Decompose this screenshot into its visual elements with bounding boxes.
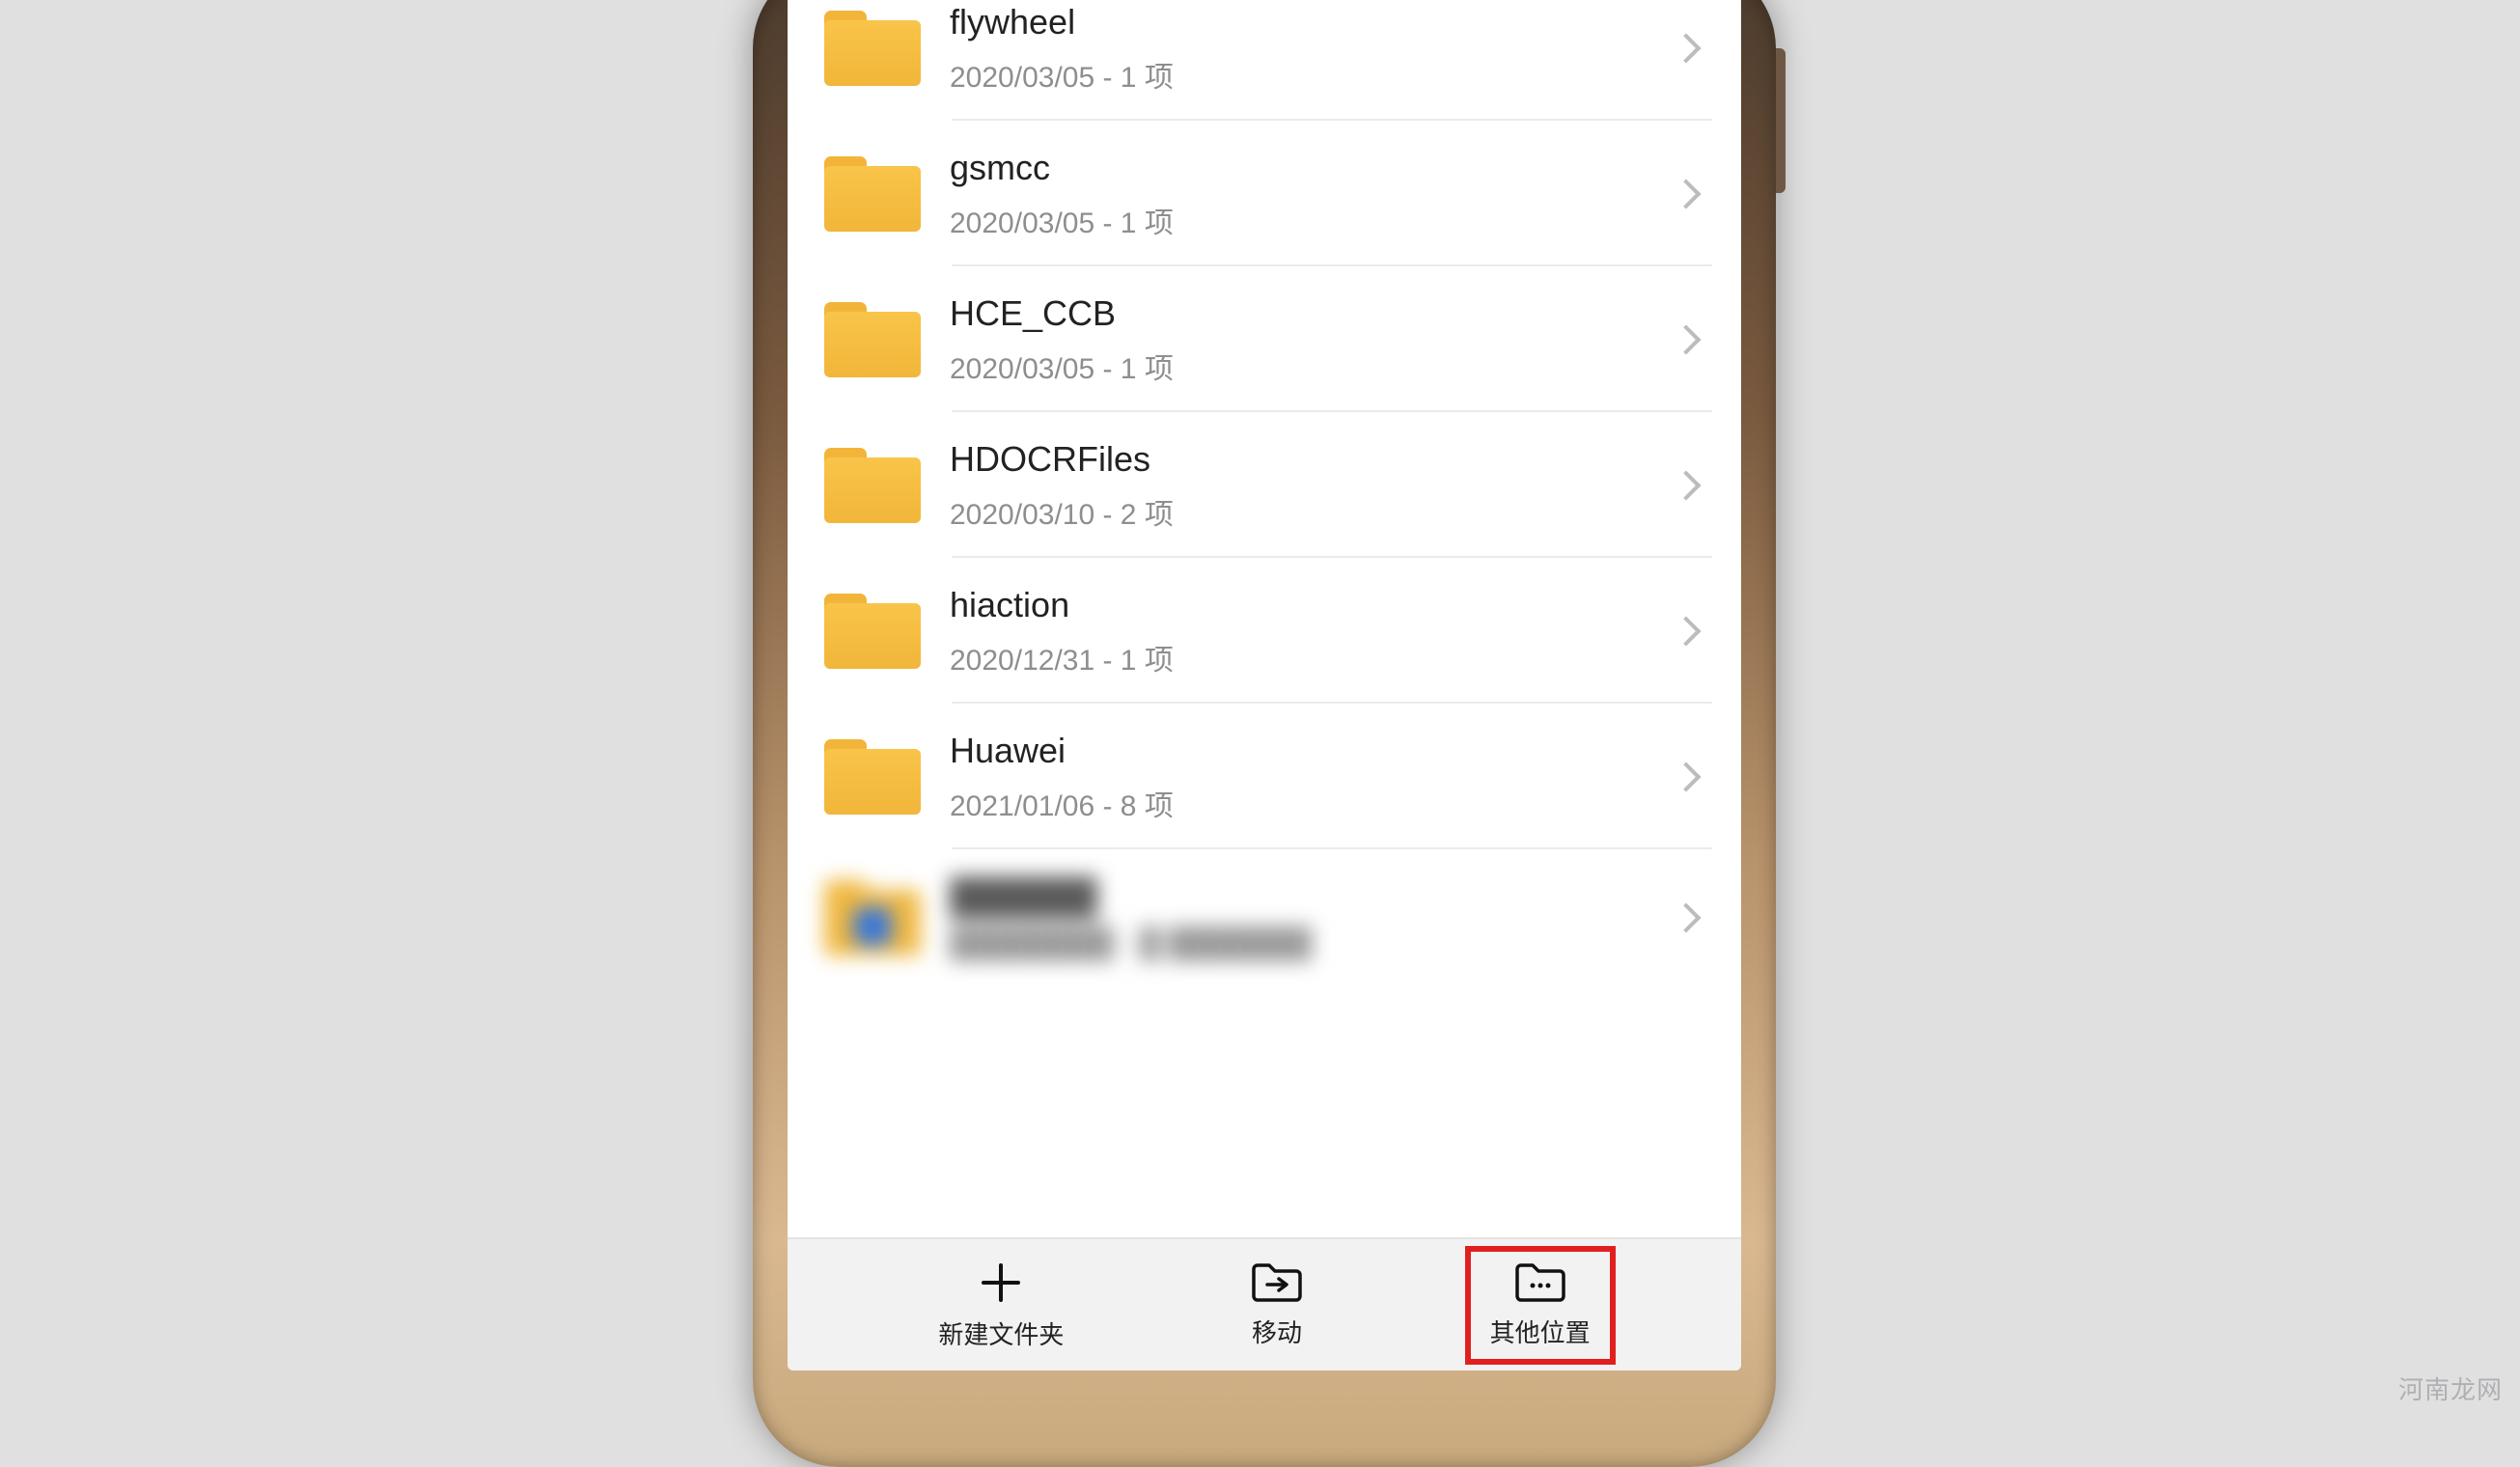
folder-list: flywheel 2020/03/05 - 1 项 gsmcc 2020/03/…: [788, 0, 1741, 1237]
folder-row-huawei[interactable]: Huawei 2021/01/06 - 8 项: [788, 704, 1741, 849]
folder-icon: [824, 11, 921, 86]
file-manager-screen: flywheel 2020/03/05 - 1 项 gsmcc 2020/03/…: [788, 0, 1741, 1370]
chevron-right-icon: [1671, 902, 1701, 932]
folder-icon: [824, 880, 921, 955]
folder-meta: 2020/12/31 - 1 项: [950, 636, 1675, 678]
folder-arrow-icon: [1250, 1261, 1304, 1304]
folder-meta: 2020/03/10 - 2 项: [950, 490, 1675, 533]
folder-row-hce-ccb[interactable]: HCE_CCB 2020/03/05 - 1 项: [788, 266, 1741, 412]
folder-meta: 2021/01/06 - 8 项: [950, 782, 1675, 824]
folder-meta: 2020/03/05 - 1 项: [950, 53, 1675, 96]
folder-meta: ████████ - █ ███████: [950, 927, 1675, 960]
folder-row-gsmcc[interactable]: gsmcc 2020/03/05 - 1 项: [788, 121, 1741, 266]
folder-row-hdocrfiles[interactable]: HDOCRFiles 2020/03/10 - 2 项: [788, 412, 1741, 558]
folder-row-blurred[interactable]: ██████ ████████ - █ ███████: [788, 849, 1741, 985]
plus-icon: [978, 1259, 1024, 1306]
folder-name: flywheel: [950, 0, 1675, 43]
folder-name: ██████: [950, 874, 1675, 918]
row-text: flywheel 2020/03/05 - 1 项: [950, 0, 1675, 96]
chevron-right-icon: [1671, 616, 1701, 646]
row-text: HCE_CCB 2020/03/05 - 1 项: [950, 291, 1675, 387]
chevron-right-icon: [1671, 33, 1701, 63]
row-text: hiaction 2020/12/31 - 1 项: [950, 583, 1675, 678]
chevron-right-icon: [1671, 761, 1701, 791]
chevron-right-icon: [1671, 470, 1701, 500]
other-location-label: 其他位置: [1490, 1314, 1591, 1349]
side-button: [1776, 48, 1786, 193]
chevron-right-icon: [1671, 324, 1701, 354]
folder-name: Huawei: [950, 729, 1675, 772]
new-folder-label: 新建文件夹: [938, 1315, 1064, 1351]
move-button[interactable]: 移动: [1232, 1254, 1321, 1357]
folder-meta: 2020/03/05 - 1 项: [950, 199, 1675, 241]
folder-name: HCE_CCB: [950, 291, 1675, 335]
chevron-right-icon: [1671, 179, 1701, 208]
move-label: 移动: [1252, 1314, 1302, 1349]
row-text: ██████ ████████ - █ ███████: [950, 874, 1675, 960]
folder-icon: [824, 302, 921, 377]
folder-icon: [824, 448, 921, 523]
row-text: Huawei 2021/01/06 - 8 项: [950, 729, 1675, 824]
folder-icon: [824, 739, 921, 815]
new-folder-button[interactable]: 新建文件夹: [921, 1252, 1081, 1359]
folder-icon: [824, 156, 921, 232]
folder-icon: [824, 594, 921, 669]
folder-name: hiaction: [950, 583, 1675, 626]
phone-frame: flywheel 2020/03/05 - 1 项 gsmcc 2020/03/…: [753, 0, 1776, 1467]
folder-ellipsis-icon: [1513, 1261, 1567, 1304]
folder-name: HDOCRFiles: [950, 437, 1675, 481]
row-text: gsmcc 2020/03/05 - 1 项: [950, 146, 1675, 241]
folder-name: gsmcc: [950, 146, 1675, 189]
folder-row-hiaction[interactable]: hiaction 2020/12/31 - 1 项: [788, 558, 1741, 704]
folder-row-flywheel[interactable]: flywheel 2020/03/05 - 1 项: [788, 0, 1741, 121]
row-text: HDOCRFiles 2020/03/10 - 2 项: [950, 437, 1675, 533]
watermark: 河南龙网: [2398, 1370, 2503, 1406]
folder-meta: 2020/03/05 - 1 项: [950, 345, 1675, 387]
bottom-toolbar: 新建文件夹 移动: [788, 1237, 1741, 1370]
other-location-button[interactable]: 其他位置: [1473, 1254, 1608, 1357]
